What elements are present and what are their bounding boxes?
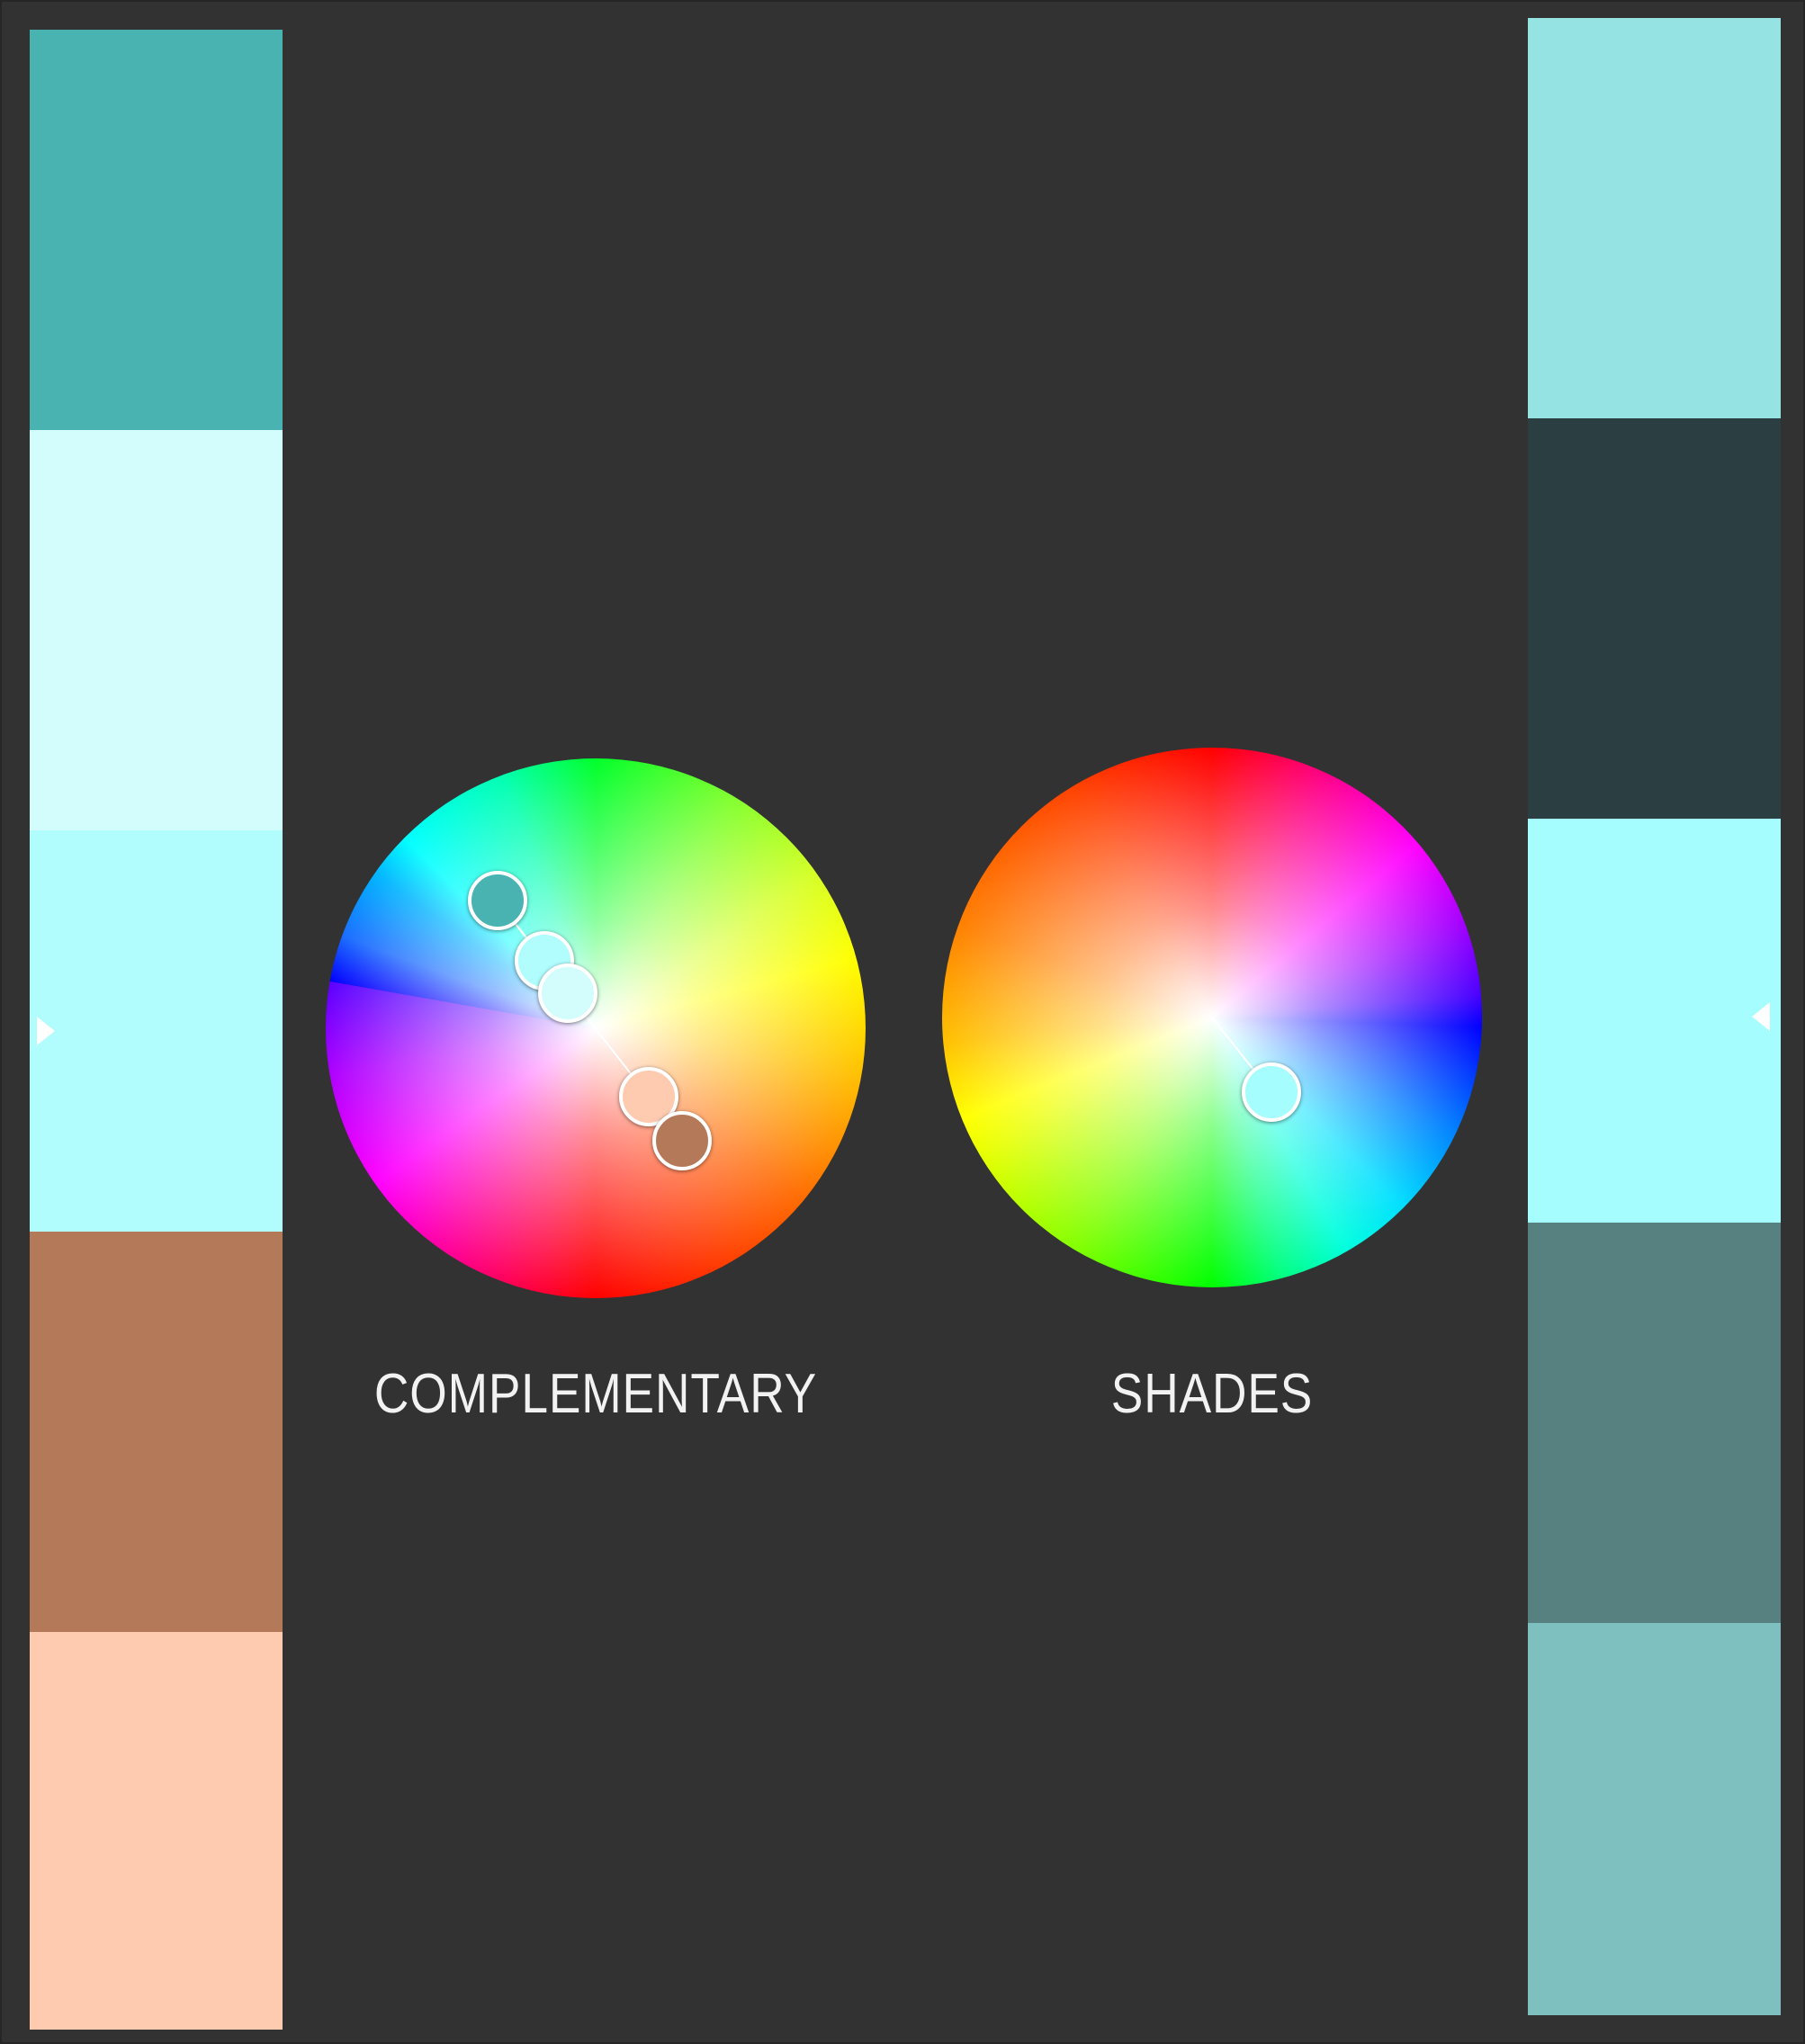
color-handle-5[interactable] [652, 1111, 712, 1170]
color-handle-1[interactable] [468, 871, 527, 930]
swatch-light-cyan[interactable] [30, 830, 283, 1232]
shades-label: SHADES [1110, 1363, 1314, 1425]
left-palette [30, 30, 283, 2030]
swatch-teal[interactable] [30, 30, 283, 430]
swatch-brown[interactable] [30, 1232, 283, 1632]
complementary-handles [468, 871, 712, 1170]
swatch-light-aqua[interactable] [1528, 18, 1781, 418]
swatch-peach[interactable] [30, 1632, 283, 2030]
color-handle-1[interactable] [1242, 1062, 1301, 1122]
right-palette-selection-marker [1752, 1002, 1770, 1031]
swatch-dark-slate[interactable] [1528, 418, 1781, 819]
swatch-muted-teal[interactable] [1528, 1623, 1781, 2015]
right-palette [1528, 18, 1781, 2015]
left-palette-selection-marker [37, 1017, 55, 1045]
swatch-bright-aqua[interactable] [1528, 819, 1781, 1223]
complementary-label: COMPLEMENTARY [373, 1363, 818, 1425]
swatch-pale-cyan[interactable] [30, 430, 283, 830]
swatch-slate-teal[interactable] [1528, 1223, 1781, 1623]
color-handle-3[interactable] [538, 964, 597, 1023]
shades-handles [1211, 1017, 1301, 1122]
app-frame: COMPLEMENTARY SHADES [0, 0, 1805, 2044]
